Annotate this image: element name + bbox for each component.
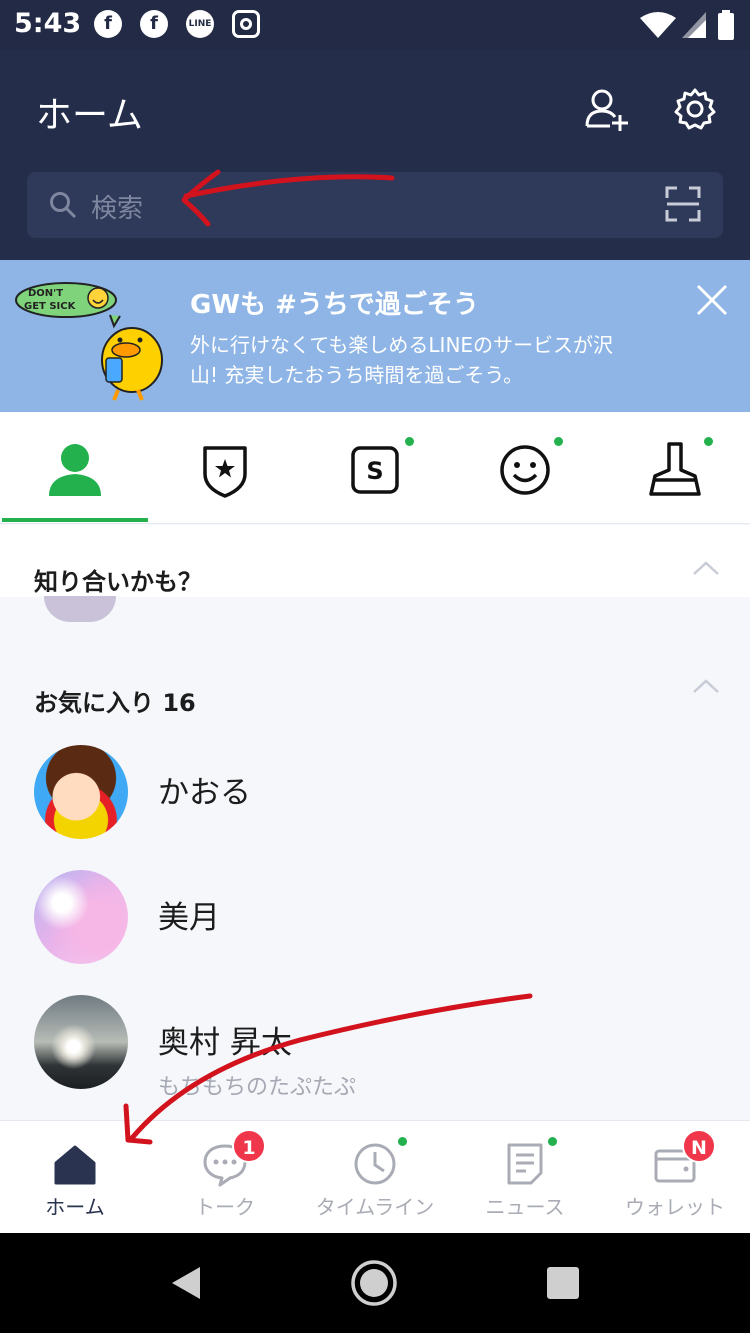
nav-timeline[interactable]: タイムライン [300,1121,450,1234]
signal-icon [682,12,706,38]
gear-icon[interactable] [672,86,718,132]
battery-icon [718,10,734,40]
new-dot [398,1137,407,1146]
friend-name: 美月 [158,900,220,936]
active-tab-indicator [2,518,148,522]
new-dot [548,1137,557,1146]
sally-sticker-image: DON'T GET SICK [15,282,163,401]
new-badge: N [682,1129,716,1163]
tab-emoji[interactable] [450,412,600,524]
app-header: ホーム 検索 [0,50,750,260]
banner-title: GWも #うちで過ごそう [190,290,479,320]
home-tabs: S [0,412,750,524]
svg-text:DON'T: DON'T [28,288,63,299]
search-input[interactable]: 検索 [91,188,143,225]
search-icon [50,192,77,219]
list-item[interactable]: 美月 [0,862,750,972]
theme-icon [649,442,701,496]
nav-talk[interactable]: 1 トーク [150,1121,300,1234]
list-item[interactable]: かおる [0,737,750,847]
nav-news[interactable]: ニュース [450,1121,600,1234]
friend-status-message: もちもちのたぷたぷ [158,1075,357,1100]
friends-icon [49,444,101,496]
emoji-icon [500,445,550,495]
tab-official-accounts[interactable] [150,412,300,524]
add-friend-icon[interactable] [584,86,630,132]
page-title: ホーム [36,95,143,136]
svg-text:S: S [366,457,383,485]
system-nav-bar [0,1233,750,1333]
new-dot [405,437,414,446]
facebook-icon: f [94,10,122,38]
line-icon: LINE [186,10,214,38]
home-icon [54,1145,96,1185]
qr-scan-icon[interactable] [665,186,701,222]
status-time: 5:43 [14,8,82,39]
recents-icon[interactable] [546,1266,580,1300]
avatar [34,745,128,839]
facebook-icon: f [140,10,168,38]
nav-label: ホーム [45,1195,105,1219]
nav-label: ウォレット [625,1195,725,1219]
status-bar: 5:43 f f LINE [0,0,750,50]
sticker-shop-icon: S [351,446,399,494]
nav-label: トーク [195,1195,255,1219]
promo-banner[interactable]: DON'T GET SICK GWも #うちで過ごそう 外に行けなくても楽しめる… [0,260,750,412]
avatar[interactable] [44,596,116,622]
instagram-icon [232,10,260,38]
new-dot [554,437,563,446]
nav-home[interactable]: ホーム [0,1121,150,1234]
nav-label: タイムライン [315,1195,435,1219]
avatar [34,995,128,1089]
back-icon[interactable] [168,1265,204,1301]
search-bar[interactable]: 検索 [27,172,723,238]
chevron-up-icon[interactable] [692,678,720,694]
nav-label: ニュース [485,1195,565,1219]
tab-friends[interactable] [0,412,150,524]
news-icon [507,1143,543,1185]
chevron-up-icon[interactable] [692,560,720,576]
nav-wallet[interactable]: N ウォレット [600,1121,750,1234]
list-item[interactable]: 奥村 昇太 もちもちのたぷたぷ [0,987,750,1100]
suggested-section-title: 知り合いかも？ [34,568,202,596]
home-button-icon[interactable] [350,1259,398,1307]
friend-name: 奥村 昇太 [158,1025,292,1061]
bottom-nav: ホーム 1 トーク タイムライン ニュース N ウォレット [0,1120,750,1233]
tab-themes[interactable] [600,412,750,524]
avatar [34,870,128,964]
new-dot [704,437,713,446]
close-icon[interactable] [692,280,732,320]
friend-name: かおる [158,775,251,811]
clock-icon [354,1143,396,1185]
svg-text:GET SICK: GET SICK [24,301,77,312]
wifi-icon [640,12,676,38]
banner-text: 外に行けなくても楽しめるLINEのサービスが沢山! 充実したおうち時間を過ごそう… [190,333,614,387]
tab-sticker-shop[interactable]: S [300,412,450,524]
unread-badge: 1 [232,1129,266,1163]
official-account-icon [203,446,247,498]
favorites-section-title: お気に入り 16 [34,689,196,717]
